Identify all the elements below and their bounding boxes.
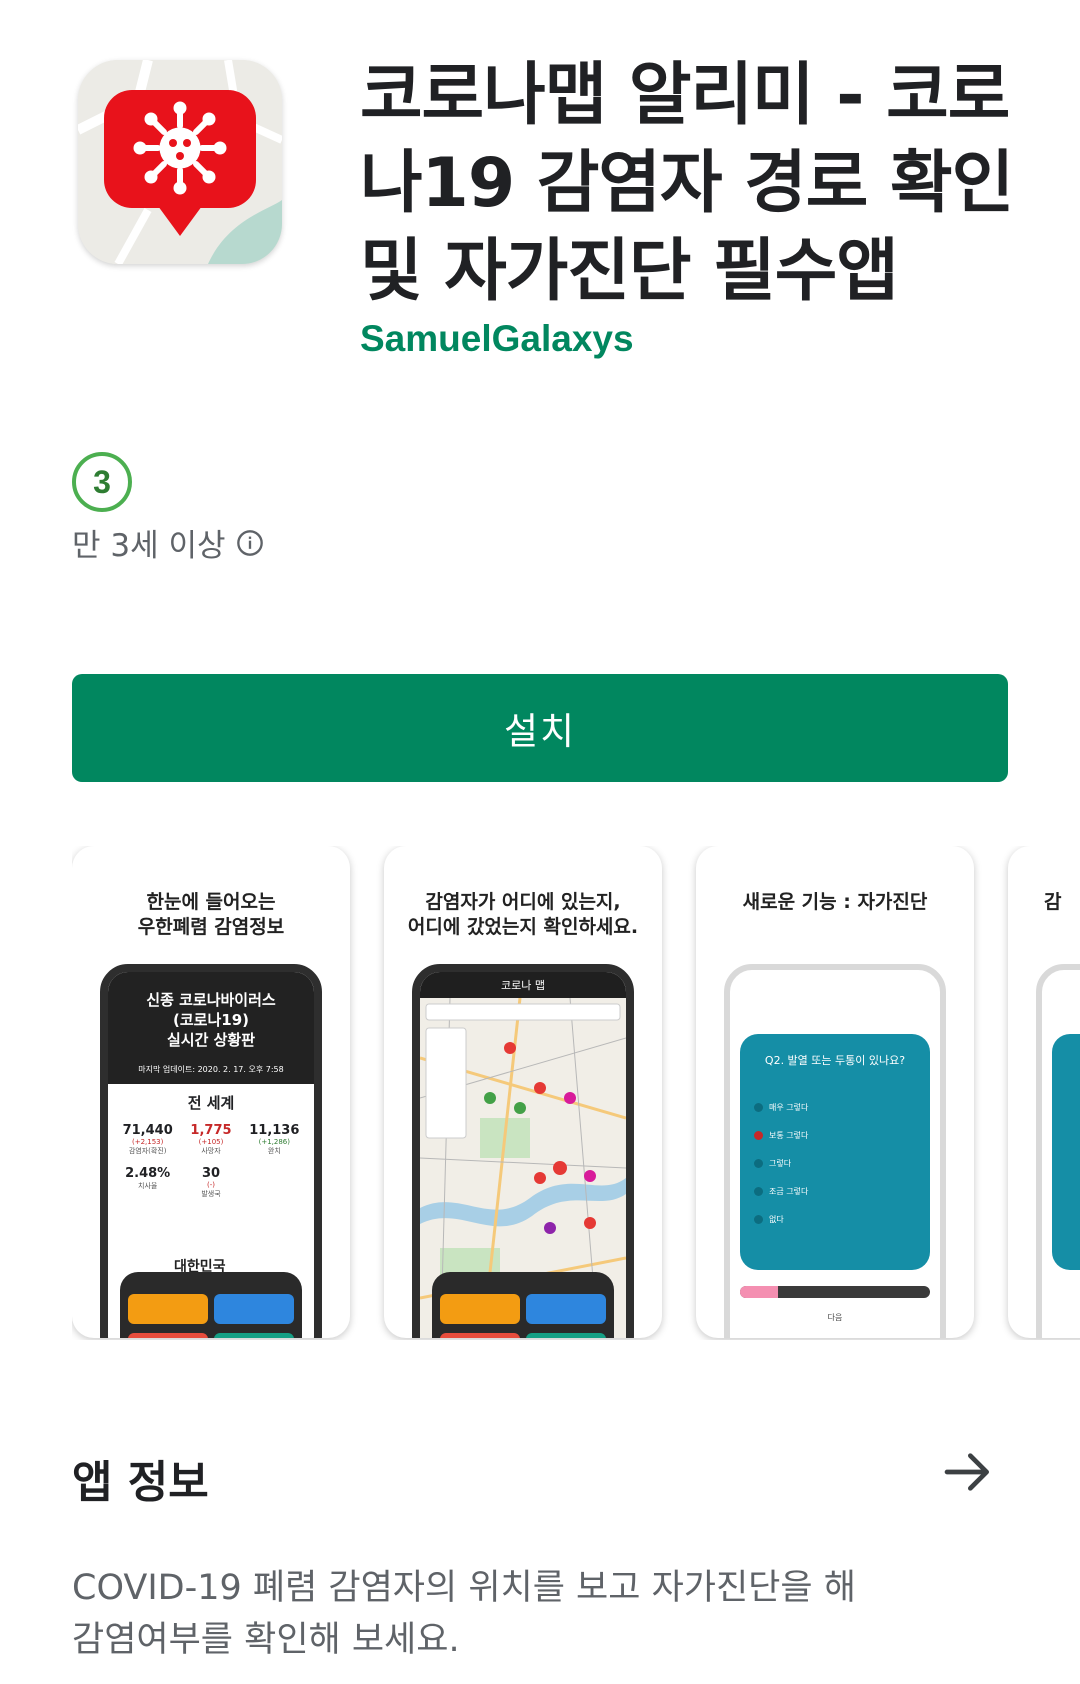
- stat-delta: (-): [206, 1181, 215, 1189]
- stat-delta: (+2,153): [131, 1138, 164, 1146]
- radio-selected-icon: [754, 1131, 763, 1140]
- phone-frame: 신종 코로나바이러스 (코로나19) 실시간 상황판 마지막 업데이트: 202…: [100, 964, 322, 1338]
- quiz-option: 매우 그렇다: [754, 1102, 916, 1113]
- quiz-option-label: 그렇다: [769, 1159, 792, 1168]
- stat-delta: (+105): [198, 1138, 224, 1146]
- stat-item: 1,775 (+105) 사망자: [179, 1123, 242, 1156]
- stat-label: 완치: [267, 1147, 281, 1155]
- stat-item: 11,136 (+1,286) 완치: [243, 1123, 306, 1156]
- about-description: COVID-19 폐렴 감염자의 위치를 보고 자가진단을 해 감염여부를 확인…: [72, 1562, 972, 1666]
- phone-frame: [1036, 964, 1080, 1338]
- stat-value: 30: [201, 1166, 221, 1181]
- stat-label: 감염자(확진): [128, 1147, 167, 1155]
- dashboard-title: 신종 코로나바이러스: [146, 991, 276, 1009]
- menu-tile: [526, 1333, 606, 1338]
- radio-icon: [754, 1159, 763, 1168]
- screenshot-caption: 한눈에 들어오는 우한폐렴 감염정보: [72, 890, 350, 940]
- stat-item: 2.48% 치사율: [116, 1166, 179, 1199]
- screenshot-caption: 감: [1008, 890, 1080, 915]
- quiz-question: Q2. 발열 또는 두통이 있나요?: [764, 1054, 906, 1067]
- quiz-next-label: 다음: [827, 1313, 843, 1322]
- menu-tile: [440, 1294, 520, 1324]
- last-updated: 마지막 업데이트: 2020. 2. 17. 오후 7:58: [138, 1065, 284, 1074]
- stat-grid: 71,440 (+2,153) 감염자(확진) 1,775 (+105) 사망자…: [116, 1123, 306, 1199]
- quiz-option-label: 보통 그렇다: [769, 1131, 809, 1140]
- stat-value: 2.48%: [125, 1166, 171, 1181]
- caption-line: 한눈에 들어오는: [146, 891, 276, 913]
- bottom-menu: [120, 1272, 302, 1338]
- quiz-progress-fill: [740, 1286, 778, 1298]
- install-button[interactable]: 설치: [72, 674, 1008, 782]
- stat-label: 사망자: [201, 1147, 221, 1155]
- dashboard-title: (코로나19): [173, 1011, 249, 1029]
- menu-tile: [526, 1294, 606, 1324]
- phone-frame: Q2. 발열 또는 두통이 있나요? 매우 그렇다 보통 그렇다 그렇다 조금 …: [724, 964, 946, 1338]
- screenshot-carousel[interactable]: 한눈에 들어오는 우한폐렴 감염정보 신종 코로나바이러스 (코로나19) 실시…: [72, 846, 1080, 1340]
- menu-tile: [440, 1333, 520, 1338]
- stat-value: 71,440: [122, 1123, 173, 1138]
- region-title: 전 세계: [187, 1094, 235, 1112]
- caption-line: 우한폐렴 감염정보: [137, 916, 285, 938]
- screenshot-2[interactable]: 감염자가 어디에 있는지, 어디에 갔었는지 확인하세요. 코로나 맵: [384, 846, 662, 1338]
- about-title: 앱 정보: [72, 1457, 209, 1508]
- about-description-line: 감염여부를 확인해 보세요.: [72, 1620, 460, 1660]
- menu-tile: [128, 1333, 208, 1338]
- quiz-option-label: 조금 그렇다: [769, 1187, 809, 1196]
- app-title: 코로나맵 알리미 - 코로나19 감염자 경로 확인 및 자가진단 필수앱: [360, 56, 1014, 311]
- red-virus-map-pin-icon: [78, 60, 282, 264]
- screenshot-4[interactable]: 감: [1008, 846, 1080, 1338]
- content-rating-row[interactable]: 만 3세 이상: [72, 520, 264, 565]
- radio-icon: [754, 1215, 763, 1224]
- quiz-option-label: 매우 그렇다: [769, 1103, 809, 1112]
- radio-icon: [754, 1103, 763, 1112]
- stat-item: 71,440 (+2,153) 감염자(확진): [116, 1123, 179, 1156]
- stat-value: 11,136: [249, 1123, 300, 1138]
- stat-label: 치사율: [138, 1182, 158, 1190]
- dashboard-body: 전 세계 71,440 (+2,153) 감염자(확진) 1,775 (+105…: [108, 1084, 314, 1207]
- menu-tile: [214, 1294, 294, 1324]
- map-header: 코로나 맵: [420, 972, 626, 998]
- menu-tile: [214, 1333, 294, 1338]
- menu-tile: [128, 1294, 208, 1324]
- caption-line: 감염자가 어디에 있는지,: [425, 891, 621, 913]
- radio-icon: [754, 1187, 763, 1196]
- quiz-option: 없다: [754, 1214, 916, 1225]
- screenshot-3[interactable]: 새로운 기능 : 자가진단 Q2. 발열 또는 두통이 있나요? 매우 그렇다 …: [696, 846, 974, 1338]
- stat-label: 발생국: [201, 1190, 221, 1198]
- stat-item: 30 (-) 발생국: [179, 1166, 242, 1199]
- screenshot-caption: 새로운 기능 : 자가진단: [696, 890, 974, 915]
- app-icon: [78, 60, 282, 264]
- caption-line: 새로운 기능 : 자가진단: [742, 891, 928, 913]
- stat-value: 1,775: [190, 1123, 232, 1138]
- dashboard-title: 실시간 상황판: [166, 1031, 256, 1049]
- caption-line: 감: [1044, 891, 1062, 913]
- caption-line: 어디에 갔었는지 확인하세요.: [407, 916, 639, 938]
- stat-delta: (+1,286): [258, 1138, 290, 1146]
- dashboard-header: 신종 코로나바이러스 (코로나19) 실시간 상황판 마지막 업데이트: 202…: [108, 972, 314, 1084]
- quiz-progress-bar: [740, 1286, 930, 1298]
- quiz-option: 그렇다: [754, 1158, 916, 1169]
- quiz-option: 보통 그렇다: [754, 1130, 916, 1141]
- quiz-card: [1052, 1034, 1080, 1270]
- phone-frame: 코로나 맵: [412, 964, 634, 1338]
- info-icon[interactable]: [236, 529, 264, 557]
- screenshot-caption: 감염자가 어디에 있는지, 어디에 갔었는지 확인하세요.: [384, 890, 662, 940]
- developer-link[interactable]: SamuelGalaxys: [360, 318, 634, 360]
- content-rating-label: 만 3세 이상: [72, 528, 226, 564]
- bottom-menu: [432, 1272, 614, 1338]
- quiz-option: 조금 그렇다: [754, 1186, 916, 1197]
- quiz-option-label: 없다: [769, 1215, 784, 1224]
- screenshot-1[interactable]: 한눈에 들어오는 우한폐렴 감염정보 신종 코로나바이러스 (코로나19) 실시…: [72, 846, 350, 1338]
- arrow-right-icon[interactable]: [940, 1444, 996, 1500]
- quiz-card: Q2. 발열 또는 두통이 있나요? 매우 그렇다 보통 그렇다 그렇다 조금 …: [740, 1034, 930, 1270]
- about-description-line: COVID-19 폐렴 감염자의 위치를 보고 자가진단을 해: [72, 1568, 856, 1608]
- content-rating-badge: 3: [72, 452, 132, 512]
